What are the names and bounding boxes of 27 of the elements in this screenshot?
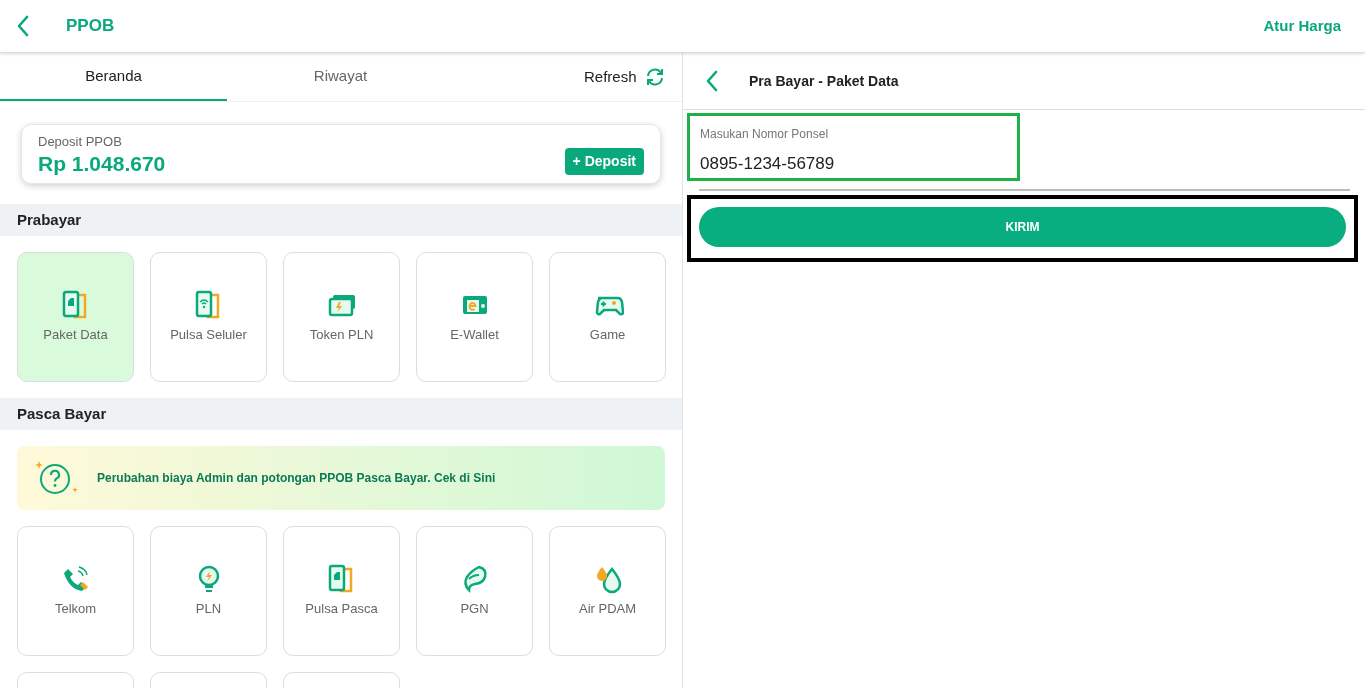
service-tile[interactable]: Token PLN [283, 251, 400, 382]
service-tile[interactable]: Air PDAM [549, 525, 666, 656]
back-icon[interactable] [705, 70, 719, 92]
refresh-icon [644, 67, 665, 87]
service-tile[interactable]: Telkom [17, 525, 134, 656]
panel-title: Pra Bayar - Paket Data [749, 71, 899, 91]
deposit-label: Deposit PPOB [38, 133, 123, 151]
service-tile[interactable]: Pulsa Seluler [150, 251, 267, 382]
tab[interactable]: Riwayat [227, 53, 454, 101]
service-tile[interactable]: PGN [416, 525, 533, 656]
service-tile[interactable]: Paket Data [17, 251, 134, 382]
section-header: Prabayar [0, 203, 682, 236]
phone-number-field[interactable]: Masukan Nomor Ponsel 0895-1234-56789 [687, 113, 1020, 181]
back-icon[interactable] [16, 15, 30, 37]
section-header: Pasca Bayar [0, 397, 682, 430]
service-tile[interactable]: Game [549, 251, 666, 382]
deposit-amount: Rp 1.048.670 [38, 151, 167, 175]
service-tile[interactable]: E-Wallet [416, 251, 533, 382]
service-tile[interactable]: Pulsa Pasca [283, 525, 400, 656]
tab[interactable]: Beranda [0, 53, 227, 101]
field-label: Masukan Nomor Ponsel [700, 126, 830, 143]
notice-banner[interactable]: Perubahan biaya Admin dan potongan PPOB Pasca Bayar. Cek di Sini [17, 445, 665, 510]
service-tile[interactable]: PLN [150, 525, 267, 656]
phone-number-input[interactable]: 0895-1234-56789 [700, 151, 1007, 177]
notice-text: Perubahan biaya Admin dan potongan PPOB Pasca Bayar. Cek di Sini [97, 469, 496, 487]
refresh-button[interactable]: Refresh [584, 65, 665, 89]
page-title: PPOB [66, 15, 115, 38]
